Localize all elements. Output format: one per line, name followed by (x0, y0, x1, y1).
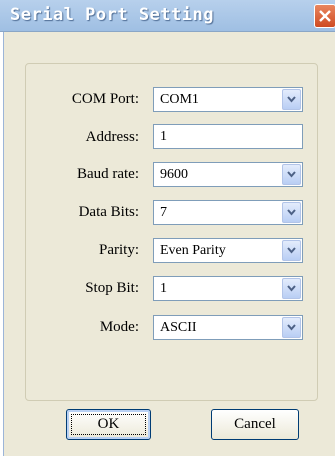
mode-value: ASCII (160, 320, 197, 335)
address-input[interactable]: 1 (153, 124, 303, 149)
ok-button[interactable]: OK (66, 409, 151, 440)
settings-group (25, 63, 318, 401)
com-port-value: COM1 (160, 92, 199, 107)
baud-rate-dropdown-button[interactable] (282, 164, 301, 185)
mode-dropdown-button[interactable] (282, 317, 301, 338)
data-bits-label: Data Bits: (78, 204, 139, 220)
baud-rate-select[interactable]: 9600 (153, 162, 303, 187)
chevron-down-icon (287, 247, 296, 254)
cancel-button[interactable]: Cancel (211, 409, 299, 440)
com-port-select[interactable]: COM1 (153, 87, 303, 112)
stop-bit-dropdown-button[interactable] (282, 278, 301, 299)
focus-rectangle (71, 414, 146, 435)
close-icon (319, 10, 331, 22)
serial-port-setting-dialog: Serial Port Setting COM Port: COM1 Addre… (0, 0, 335, 456)
close-button[interactable] (314, 4, 335, 28)
chevron-down-icon (287, 324, 296, 331)
stop-bit-select[interactable]: 1 (153, 276, 303, 301)
com-port-label: COM Port: (71, 91, 139, 107)
stop-bit-value: 1 (160, 281, 167, 296)
chevron-down-icon (287, 285, 296, 292)
cancel-button-label: Cancel (234, 416, 276, 432)
title-bar[interactable]: Serial Port Setting (0, 0, 335, 32)
chevron-down-icon (287, 96, 296, 103)
baud-rate-value: 9600 (160, 167, 188, 182)
parity-dropdown-button[interactable] (282, 240, 301, 261)
data-bits-select[interactable]: 7 (153, 200, 303, 225)
chevron-down-icon (287, 171, 296, 178)
stop-bit-label: Stop Bit: (85, 280, 139, 296)
com-port-dropdown-button[interactable] (282, 89, 301, 110)
parity-select[interactable]: Even Parity (153, 238, 303, 263)
baud-rate-label: Baud rate: (76, 166, 139, 182)
mode-label: Mode: (99, 319, 139, 335)
data-bits-value: 7 (160, 205, 167, 220)
address-label: Address: (85, 129, 139, 145)
address-value: 1 (160, 129, 167, 144)
parity-label: Parity: (99, 242, 139, 258)
mode-select[interactable]: ASCII (153, 315, 303, 340)
dialog-body: COM Port: COM1 Address: 1 Baud rate: 960… (3, 32, 335, 456)
window-title: Serial Port Setting (10, 5, 214, 25)
data-bits-dropdown-button[interactable] (282, 202, 301, 223)
chevron-down-icon (287, 209, 296, 216)
parity-value: Even Parity (160, 243, 226, 258)
